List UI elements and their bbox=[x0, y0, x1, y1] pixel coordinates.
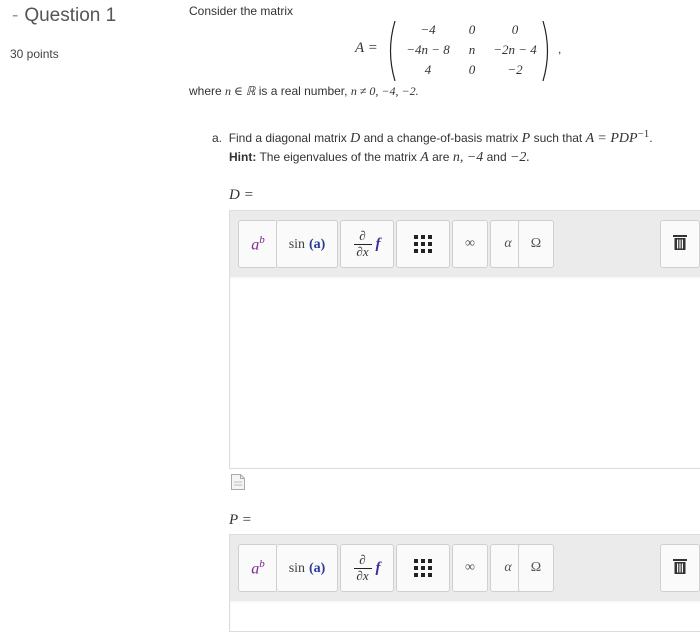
matrix-cell-3-3: −2 bbox=[507, 62, 523, 77]
matrix-cell-2-3: −2n − 4 bbox=[493, 42, 537, 57]
right-paren-icon bbox=[541, 20, 553, 82]
math-toolbar-p: ab sin (a) ∂ ∂x f ∞ α Ω bbox=[229, 534, 700, 602]
hint-body: The eigenvalues of the matrix bbox=[259, 150, 417, 164]
document-icon[interactable] bbox=[231, 474, 245, 495]
infinity-icon: ∞ bbox=[465, 236, 475, 251]
matrix-button[interactable] bbox=[396, 544, 450, 592]
where-text: where n ∈ ℝ is a real number, n ≠ 0, −4,… bbox=[189, 84, 419, 99]
question-points: 30 points bbox=[10, 47, 59, 61]
where-condition: n ≠ 0, −4, −2. bbox=[350, 84, 419, 98]
power-button[interactable]: ab bbox=[238, 220, 278, 268]
matrix-grid-icon bbox=[414, 559, 432, 577]
derivative-button[interactable]: ∂ ∂x f bbox=[340, 544, 394, 592]
part-a-period: . bbox=[649, 131, 653, 145]
partial-derivative-icon: ∂ ∂x f bbox=[353, 228, 381, 259]
derivative-button[interactable]: ∂ ∂x f bbox=[340, 220, 394, 268]
part-a-text2: and a change-of-basis matrix bbox=[363, 131, 519, 145]
matrix-trailing-comma: , bbox=[558, 42, 562, 56]
sin-icon: sin (a) bbox=[288, 561, 326, 576]
delete-button[interactable] bbox=[660, 544, 700, 592]
sin-icon: sin (a) bbox=[288, 237, 326, 252]
hint-label: Hint: bbox=[229, 150, 257, 164]
power-icon: ab bbox=[251, 557, 265, 578]
trash-icon bbox=[673, 234, 687, 255]
math-editor-p[interactable] bbox=[229, 601, 700, 632]
sin-button[interactable]: sin (a) bbox=[276, 220, 338, 268]
omega-button[interactable]: Ω bbox=[518, 544, 554, 592]
hint-text: Hint: The eigenvalues of the matrix A ar… bbox=[229, 150, 530, 166]
hint-last-value: −2. bbox=[509, 150, 530, 165]
part-a-text: Find a diagonal matrix bbox=[228, 131, 347, 145]
question-header[interactable]: - Question 1 bbox=[12, 5, 116, 27]
intro-text: Consider the matrix bbox=[189, 4, 294, 18]
matrix-grid-icon bbox=[414, 235, 432, 253]
delete-button[interactable] bbox=[660, 220, 700, 268]
infinity-button[interactable]: ∞ bbox=[452, 544, 488, 592]
hint-values: n, −4 bbox=[452, 150, 484, 165]
field-d-label: D = bbox=[229, 187, 254, 203]
collapse-dash-icon[interactable]: - bbox=[12, 5, 18, 26]
part-a-equation: A = PDP bbox=[585, 131, 638, 146]
power-icon: ab bbox=[251, 233, 265, 254]
alpha-icon: α bbox=[504, 236, 512, 251]
field-p-label: P = bbox=[229, 512, 252, 528]
part-a-prompt: a. Find a diagonal matrix D and a change… bbox=[212, 128, 653, 147]
power-button[interactable]: ab bbox=[238, 544, 278, 592]
part-a-p: P bbox=[521, 131, 531, 146]
math-toolbar-d: ab sin (a) ∂ ∂x f ∞ α Ω bbox=[229, 210, 700, 278]
question-title: Question 1 bbox=[24, 5, 117, 26]
partial-derivative-icon: ∂ ∂x f bbox=[353, 552, 381, 583]
part-a-text3: such that bbox=[533, 131, 583, 145]
hint-a: A bbox=[420, 150, 429, 165]
omega-icon: Ω bbox=[530, 560, 542, 575]
trash-icon bbox=[673, 558, 687, 579]
matrix-button[interactable] bbox=[396, 220, 450, 268]
sin-button[interactable]: sin (a) bbox=[276, 544, 338, 592]
alpha-icon: α bbox=[504, 560, 512, 575]
where-n-in-r: n ∈ ℝ bbox=[225, 84, 256, 98]
where-mid: is a real number, bbox=[258, 84, 348, 98]
infinity-button[interactable]: ∞ bbox=[452, 220, 488, 268]
part-a-exponent: −1 bbox=[637, 128, 650, 140]
hint-and: and bbox=[486, 150, 507, 164]
math-editor-d[interactable] bbox=[229, 277, 700, 469]
omega-icon: Ω bbox=[530, 236, 542, 251]
part-a-d: D bbox=[350, 131, 361, 146]
hint-are: are bbox=[432, 150, 450, 164]
matrix-lhs: A = bbox=[355, 40, 378, 56]
omega-button[interactable]: Ω bbox=[518, 220, 554, 268]
part-a-marker: a. bbox=[212, 131, 223, 145]
infinity-icon: ∞ bbox=[465, 560, 475, 575]
matrix-cell-1-3: 0 bbox=[511, 22, 519, 37]
where-lead: where bbox=[189, 84, 222, 98]
